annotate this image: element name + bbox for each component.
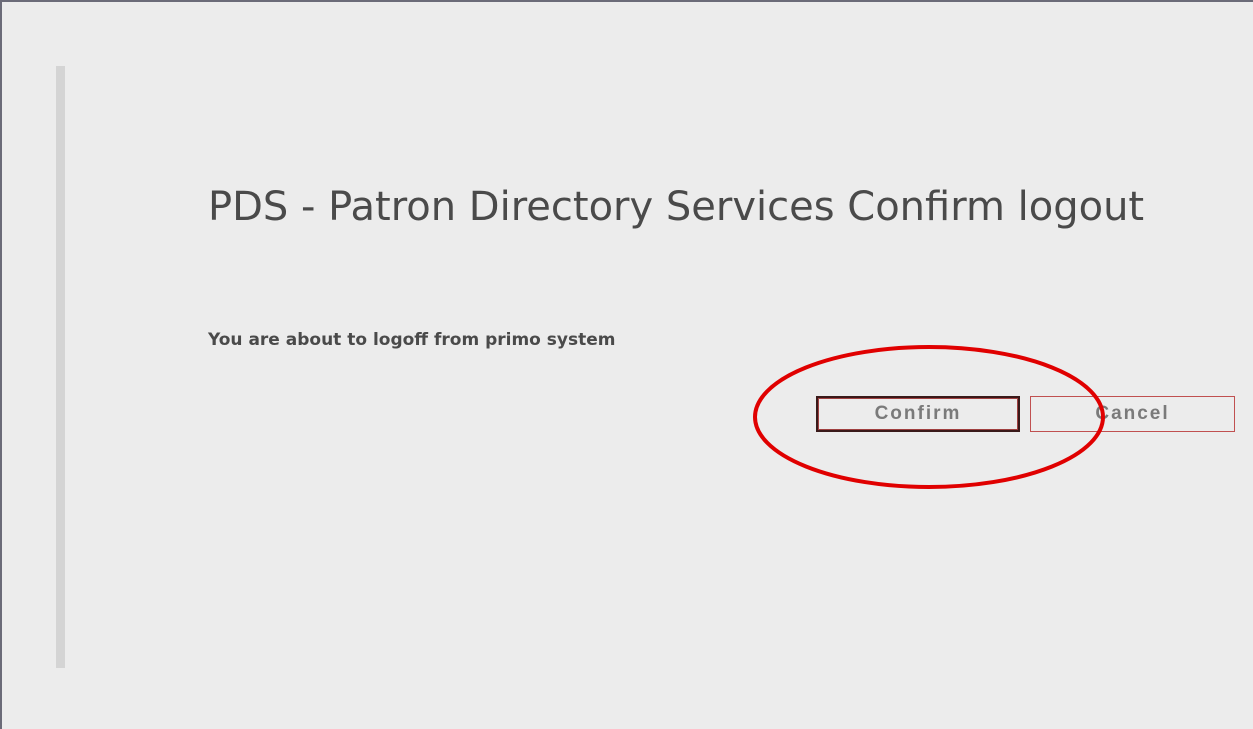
left-side-bar: [56, 66, 65, 668]
page-frame: [0, 0, 1253, 729]
dialog-content: PDS - Patron Directory Services Confirm …: [208, 178, 1208, 236]
logout-message: You are about to logoff from primo syste…: [208, 330, 616, 350]
page-title: PDS - Patron Directory Services Confirm …: [208, 184, 1145, 230]
cancel-button[interactable]: Cancel: [1030, 396, 1235, 432]
confirm-button[interactable]: Confirm: [816, 396, 1020, 432]
